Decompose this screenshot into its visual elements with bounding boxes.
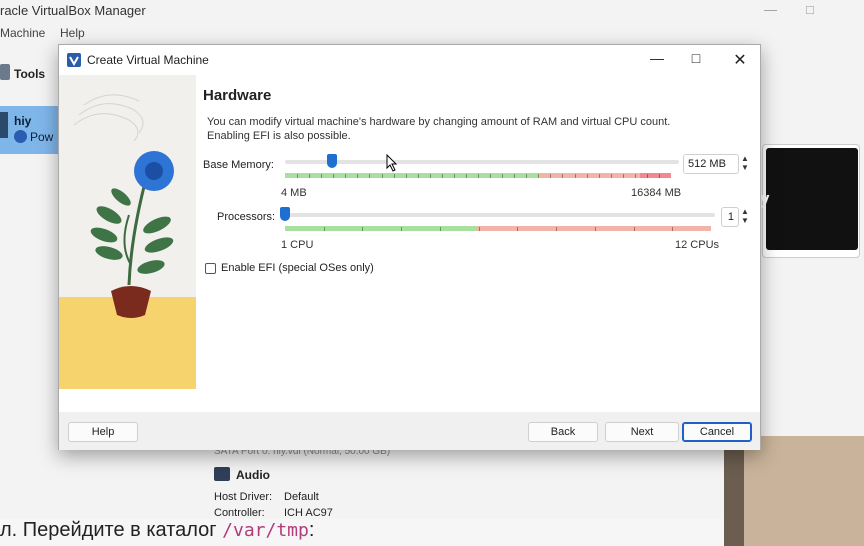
scale-tick — [586, 174, 588, 178]
menu-machine[interactable]: Machine — [0, 26, 45, 40]
scale-tick — [323, 227, 325, 231]
scale-tick — [594, 227, 596, 231]
scale-tick — [345, 174, 347, 178]
scale-tick — [634, 174, 636, 178]
vm-preview-text: y — [760, 189, 770, 208]
dialog-titlebar: Create Virtual Machine — □ ✕ — [59, 45, 760, 75]
host-driver-label: Host Driver: — [214, 491, 273, 503]
scale-tick — [393, 174, 395, 178]
scale-tick — [514, 174, 516, 178]
virtualbox-icon — [67, 53, 81, 67]
base-memory-slider-track[interactable] — [285, 160, 679, 164]
cancel-button[interactable]: Cancel — [682, 422, 752, 442]
power-icon — [14, 130, 27, 143]
scale-tick — [610, 174, 612, 178]
scale-tick — [357, 174, 359, 178]
processors-slider-track[interactable] — [285, 213, 715, 217]
scale-tick — [333, 174, 335, 178]
scale-tick — [381, 174, 383, 178]
scale-tick — [417, 174, 419, 178]
scale-tick — [297, 174, 299, 178]
minimize-icon[interactable]: — — [645, 50, 669, 70]
scale-tick — [321, 174, 323, 178]
processors-slider-thumb[interactable] — [280, 207, 290, 221]
page-description: You can modify virtual machine's hardwar… — [207, 116, 671, 142]
scale-tick — [517, 227, 519, 231]
scale-tick — [439, 227, 441, 231]
create-vm-dialog: Create Virtual Machine — □ ✕ Hardware Yo… — [58, 44, 761, 450]
vm-preview-screen — [766, 148, 858, 250]
base-memory-min-label: 4 MB — [281, 187, 307, 199]
scale-tick — [429, 174, 431, 178]
base-memory-spinbox[interactable]: 512 MB — [683, 154, 739, 174]
base-memory-scale — [285, 173, 671, 178]
webcam-shadow — [724, 436, 744, 546]
scale-tick — [369, 174, 371, 178]
processors-spinbox[interactable]: 1 — [721, 207, 739, 227]
scale-tick — [658, 174, 660, 178]
enable-efi-label[interactable]: Enable EFI (special OSes only) — [221, 262, 374, 274]
scale-tick — [490, 174, 492, 178]
processors-max-label: 12 CPUs — [675, 239, 720, 251]
help-button[interactable]: Help — [68, 422, 138, 442]
tutorial-code: /var/tmp — [222, 520, 309, 541]
scale-tick — [453, 174, 455, 178]
controller-value: ICH AC97 — [284, 507, 333, 519]
base-memory-label: Base Memory: — [203, 159, 274, 171]
next-button[interactable]: Next — [605, 422, 679, 442]
minimize-icon[interactable]: — — [764, 2, 777, 17]
processors-spin-arrows[interactable]: ▲ ▼ — [739, 207, 751, 227]
maximize-icon[interactable]: □ — [806, 2, 814, 17]
base-memory-max-label: 16384 MB — [631, 187, 682, 199]
vm-os-icon — [0, 112, 8, 138]
audio-icon — [214, 467, 230, 481]
scale-tick — [441, 174, 443, 178]
scale-tick — [401, 227, 403, 231]
wizard-illustration — [59, 75, 196, 389]
scale-tick — [478, 227, 480, 231]
controller-label: Controller: — [214, 507, 265, 519]
base-memory-slider-thumb[interactable] — [326, 154, 337, 168]
scale-tick — [502, 174, 504, 178]
back-button[interactable]: Back — [528, 422, 598, 442]
scale-tick — [478, 174, 479, 178]
mouse-cursor-icon — [386, 154, 398, 172]
scale-tick — [405, 174, 407, 178]
processors-scale — [285, 226, 711, 231]
scale-tick — [562, 174, 564, 178]
scale-tick — [633, 227, 635, 231]
manager-title: racle VirtualBox Manager — [0, 3, 146, 18]
scale-tick — [526, 174, 528, 178]
webcam-overlay — [724, 436, 864, 546]
base-memory-spin-arrows[interactable]: ▲ ▼ — [739, 154, 751, 174]
plant-illustration — [73, 94, 174, 318]
menu-help[interactable]: Help — [60, 26, 85, 40]
scale-tick — [556, 227, 558, 231]
dialog-title: Create Virtual Machine — [87, 53, 209, 67]
audio-section-title: Audio — [236, 468, 270, 482]
close-icon[interactable]: ✕ — [728, 50, 752, 70]
maximize-icon[interactable]: □ — [684, 50, 708, 70]
manager-titlebar: racle VirtualBox Manager — □ — [0, 0, 864, 22]
tools-icon — [0, 64, 10, 80]
host-driver-value: Default — [284, 491, 319, 503]
scale-tick — [646, 174, 648, 178]
vm-state: Pow — [14, 130, 53, 144]
vm-name: hiy — [14, 114, 32, 128]
scale-tick — [574, 174, 576, 178]
tools-label: Tools — [14, 67, 46, 81]
enable-efi-checkbox[interactable] — [205, 263, 216, 274]
scale-tick — [622, 174, 624, 178]
page-heading: Hardware — [203, 87, 272, 104]
processors-label: Processors: — [217, 211, 276, 223]
scale-tick — [465, 174, 467, 178]
scale-tick — [598, 174, 600, 178]
scale-tick — [538, 174, 540, 178]
scale-tick — [362, 227, 364, 231]
processors-min-label: 1 CPU — [281, 239, 314, 251]
scale-tick — [309, 174, 311, 178]
scale-tick — [550, 174, 552, 178]
scale-tick — [672, 227, 674, 231]
